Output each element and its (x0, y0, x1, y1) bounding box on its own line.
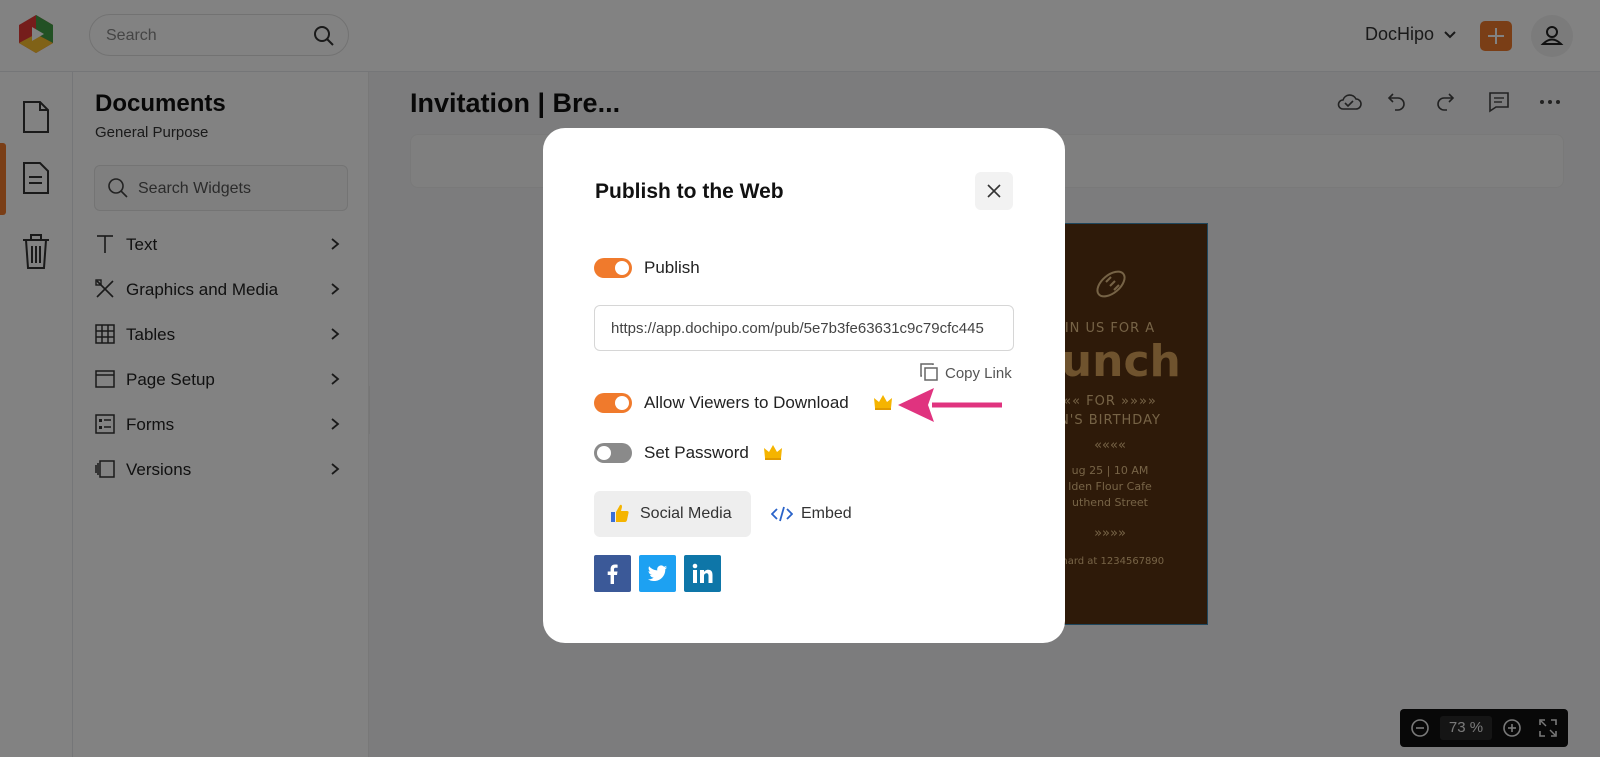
close-button[interactable] (975, 172, 1013, 210)
close-icon (987, 184, 1001, 198)
set-password-label: Set Password (644, 443, 749, 462)
twitter-icon (647, 565, 668, 582)
thumbs-up-icon (611, 504, 629, 522)
crown-icon (874, 395, 892, 410)
tab-label: Embed (801, 505, 852, 522)
toggle-knob (615, 396, 629, 410)
app-window: Search DocHipo Documents General Purpose… (0, 0, 1600, 757)
published-url-input[interactable] (595, 306, 1013, 350)
allow-download-label: Allow Viewers to Download (644, 393, 849, 412)
copy-link-label: Copy Link (945, 365, 1012, 382)
share-facebook-button[interactable] (594, 555, 631, 592)
facebook-icon (607, 564, 618, 584)
toggle-knob (615, 261, 629, 275)
tab-social-media[interactable]: Social Media (594, 491, 751, 537)
crown-icon (764, 445, 782, 460)
publish-toggle[interactable] (594, 258, 632, 278)
allow-download-toggle[interactable] (594, 393, 632, 413)
tab-embed[interactable]: Embed (771, 491, 871, 537)
annotation-arrow-icon (898, 388, 1002, 422)
tab-label: Social Media (640, 505, 732, 522)
published-url-field[interactable] (594, 305, 1014, 351)
share-twitter-button[interactable] (639, 555, 676, 592)
share-linkedin-button[interactable] (684, 555, 721, 592)
toggle-knob (597, 446, 611, 460)
publish-label: Publish (644, 258, 700, 277)
dialog-title: Publish to the Web (595, 180, 784, 203)
set-password-toggle[interactable] (594, 443, 632, 463)
copy-link-button[interactable]: Copy Link (919, 362, 1015, 384)
linkedin-icon (692, 563, 713, 583)
code-icon (771, 506, 793, 522)
copy-icon (920, 363, 938, 381)
